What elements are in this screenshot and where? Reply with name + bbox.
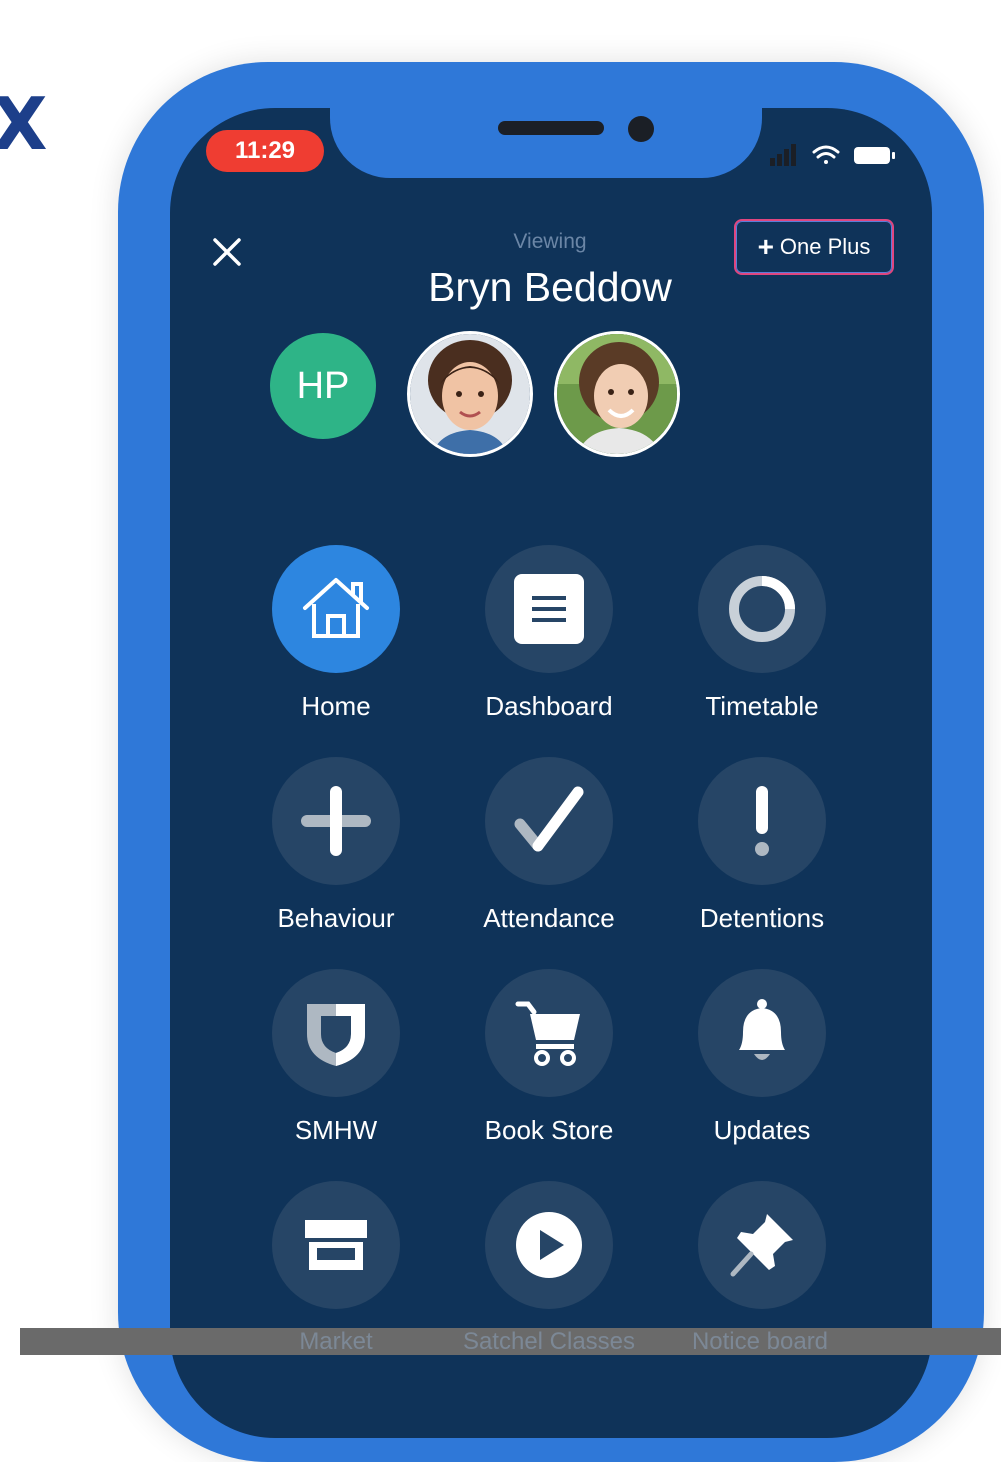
- menu-tile-smhw[interactable]: SMHW: [236, 969, 436, 1159]
- menu-tile-behaviour[interactable]: Behaviour: [236, 757, 436, 947]
- store-icon: [272, 1181, 400, 1309]
- speaker-grille: [498, 121, 604, 135]
- menu-label-notice-board: Notice board: [691, 1328, 829, 1355]
- menu-label: Behaviour: [277, 903, 395, 933]
- avatar-parent[interactable]: HP: [270, 333, 376, 439]
- menu-tile-timetable[interactable]: Timetable: [662, 545, 862, 735]
- close-icon: [213, 238, 241, 266]
- menu-label-market: Market: [299, 1328, 373, 1355]
- menu-tile-home[interactable]: Home: [236, 545, 436, 735]
- phone-notch: [330, 106, 762, 178]
- battery-icon: [854, 147, 895, 164]
- status-time: 11:29: [206, 130, 324, 172]
- document-icon: [485, 545, 613, 673]
- menu-tile-updates[interactable]: Updates: [662, 969, 862, 1159]
- wifi-icon: [812, 145, 840, 164]
- one-plus-label: One Plus: [779, 234, 871, 259]
- menu-tile-book-store[interactable]: Book Store: [449, 969, 649, 1159]
- close-button[interactable]: [205, 230, 249, 274]
- menu-label: Dashboard: [485, 691, 613, 721]
- cart-icon: [485, 969, 613, 1097]
- menu-label: Book Store: [484, 1115, 614, 1145]
- exclamation-icon: [698, 757, 826, 885]
- menu-label: Attendance: [483, 903, 615, 933]
- checkmark-icon: [485, 757, 613, 885]
- menu-label: Updates: [713, 1115, 811, 1145]
- one-plus-button[interactable]: + One Plus: [734, 219, 894, 275]
- viewing-child-name[interactable]: Bryn Beddow: [380, 264, 720, 311]
- bell-icon: [698, 969, 826, 1097]
- menu-tile-detentions[interactable]: Detentions: [662, 757, 862, 947]
- front-camera: [628, 116, 654, 142]
- menu-label-satchel-classes: Satchel Classes: [462, 1328, 636, 1355]
- status-icons: [770, 144, 895, 166]
- child-photo-2: [557, 334, 677, 454]
- plus-icon: [272, 757, 400, 885]
- menu-label: SMHW: [294, 1115, 378, 1145]
- menu-label: Detentions: [699, 903, 825, 933]
- play-icon: [485, 1181, 613, 1309]
- home-icon: [272, 545, 400, 673]
- ring-icon: [698, 545, 826, 673]
- shield-icon: [272, 969, 400, 1097]
- cellular-signal-icon: [770, 144, 796, 166]
- avatar-child-2[interactable]: [554, 331, 680, 457]
- viewing-label: Viewing: [513, 230, 587, 253]
- avatar-child-1[interactable]: [407, 331, 533, 457]
- menu-label: Home: [301, 691, 371, 721]
- menu-label: Timetable: [705, 691, 819, 721]
- child-photo-1: [410, 334, 530, 454]
- plus-icon: +: [757, 231, 774, 262]
- menu-tile-attendance[interactable]: Attendance: [449, 757, 649, 947]
- menu-tile-dashboard[interactable]: Dashboard: [449, 545, 649, 735]
- partial-letter-glyph: X: [0, 82, 48, 166]
- pin-icon: [698, 1181, 826, 1309]
